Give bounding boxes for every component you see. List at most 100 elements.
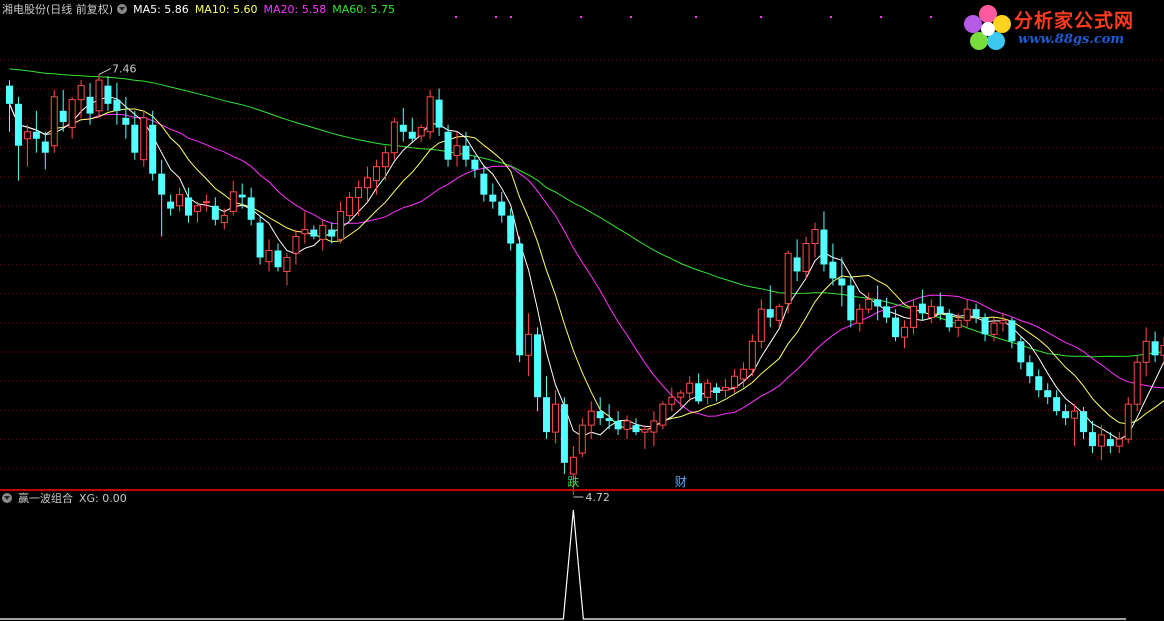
candle-body-down (6, 85, 13, 104)
candle-body-down (167, 201, 175, 209)
candle-body-up (784, 252, 792, 305)
candle-body-up (739, 368, 747, 380)
candle-body-up (1133, 361, 1141, 405)
logo-name: 分析家公式网 (1014, 10, 1135, 32)
candle-body-down (936, 306, 944, 314)
candle-body-down (874, 299, 882, 307)
header-dot (630, 16, 632, 18)
candle-body-up (704, 382, 712, 398)
candle-body-down (211, 205, 219, 220)
header-dot (495, 16, 497, 18)
candle-body-up (265, 250, 273, 263)
candlestick-series[interactable] (6, 74, 1164, 495)
candle-body-down (1017, 341, 1025, 363)
candle-body-down (596, 411, 604, 419)
ma10-line (9, 103, 1164, 432)
candle-body-up (551, 403, 559, 433)
candle-body-up (650, 420, 658, 433)
candle-body-down (632, 425, 640, 433)
candle-body-up (954, 319, 962, 328)
candle-body-up (775, 305, 783, 321)
candle-body-up (856, 308, 864, 324)
chart-svg[interactable]: 7.46 4.72 跌 财 (0, 0, 1164, 621)
candle-body-up (901, 326, 908, 338)
candle-body-down (1035, 376, 1043, 391)
signal-label-die: 跌 (567, 474, 579, 489)
candle-body-up (1124, 403, 1132, 440)
candle-body-up (77, 85, 85, 101)
candle-body-down (399, 124, 407, 132)
candle-body-up (963, 308, 971, 321)
candle-body-up (95, 79, 103, 112)
ma10-path (9, 103, 1164, 432)
candle-body-down (489, 194, 497, 202)
header-dot (455, 16, 457, 18)
candle-body-up (292, 236, 300, 254)
candle-body-down (847, 285, 855, 321)
candle-body-up (757, 308, 765, 342)
candle-body-up (193, 205, 201, 212)
candle-body-up (68, 99, 76, 129)
candle-body-down (534, 334, 542, 398)
candle-body-up (578, 424, 586, 454)
candle-body-up (569, 456, 577, 475)
candle-body-down (310, 229, 318, 237)
candle-body-down (435, 99, 443, 128)
candle-body-up (453, 145, 461, 157)
candle-body-down (892, 317, 900, 338)
candle-body-down (605, 418, 613, 421)
header-dot (580, 16, 582, 18)
settings-dropdown-icon[interactable] (117, 4, 128, 14)
signal-label-cai: 财 (675, 475, 687, 489)
ma60-line (9, 68, 1164, 358)
candle-body-up (319, 224, 327, 240)
candle-body-down (820, 229, 828, 265)
candle-body-up (730, 375, 738, 388)
candle-body-up (587, 410, 595, 426)
candle-body-down (1151, 341, 1159, 356)
stock-title[interactable]: 湘电股份(日线 前复权) (2, 3, 113, 16)
candle-body-up (909, 305, 917, 328)
candle-body-down (462, 145, 470, 160)
candle-body-down (32, 131, 40, 139)
candle-body-up (677, 392, 685, 398)
candle-body-up (337, 210, 345, 240)
header-dot (695, 16, 697, 18)
price-grid (0, 59, 1164, 470)
candle-body-down (498, 201, 506, 216)
candle-body-up (623, 420, 631, 430)
candle-body-down (104, 85, 112, 104)
candle-body-down (1053, 397, 1061, 412)
candle-body-up (381, 152, 389, 168)
candle-body-up (1115, 438, 1123, 447)
candle-body-down (185, 197, 192, 216)
header-dots (455, 16, 932, 18)
candle-body-down (149, 124, 157, 174)
candle-body-down (1088, 432, 1096, 447)
ma10-legend: MA10: 5.60 (194, 3, 258, 16)
candle-body-up (283, 256, 291, 272)
candle-body-down (158, 173, 166, 195)
candle-body-down (516, 243, 524, 356)
candle-body-up (364, 177, 371, 189)
candle-body-up (686, 382, 694, 394)
header-dot (930, 16, 932, 18)
candle-body-down (918, 303, 926, 314)
candle-body-up (390, 121, 398, 154)
candle-body-up (1071, 410, 1079, 419)
candle-body-up (372, 166, 380, 182)
candle-body-up (999, 319, 1007, 324)
candle-body-up (355, 187, 363, 198)
flower-logo-icon (964, 5, 1011, 50)
candle-body-up (865, 298, 873, 310)
candle-body-down (256, 222, 264, 258)
candle-body-down (274, 250, 282, 268)
candle-body-down (328, 229, 336, 237)
candle-body-down (507, 215, 515, 244)
indicator-dropdown-icon[interactable] (2, 493, 12, 503)
indicator-title[interactable]: 赢一波组合 (18, 492, 73, 505)
header-dot (510, 16, 512, 18)
candle-body-up (301, 229, 309, 235)
candle-body-down (41, 141, 49, 153)
candle-body-down (86, 96, 94, 114)
